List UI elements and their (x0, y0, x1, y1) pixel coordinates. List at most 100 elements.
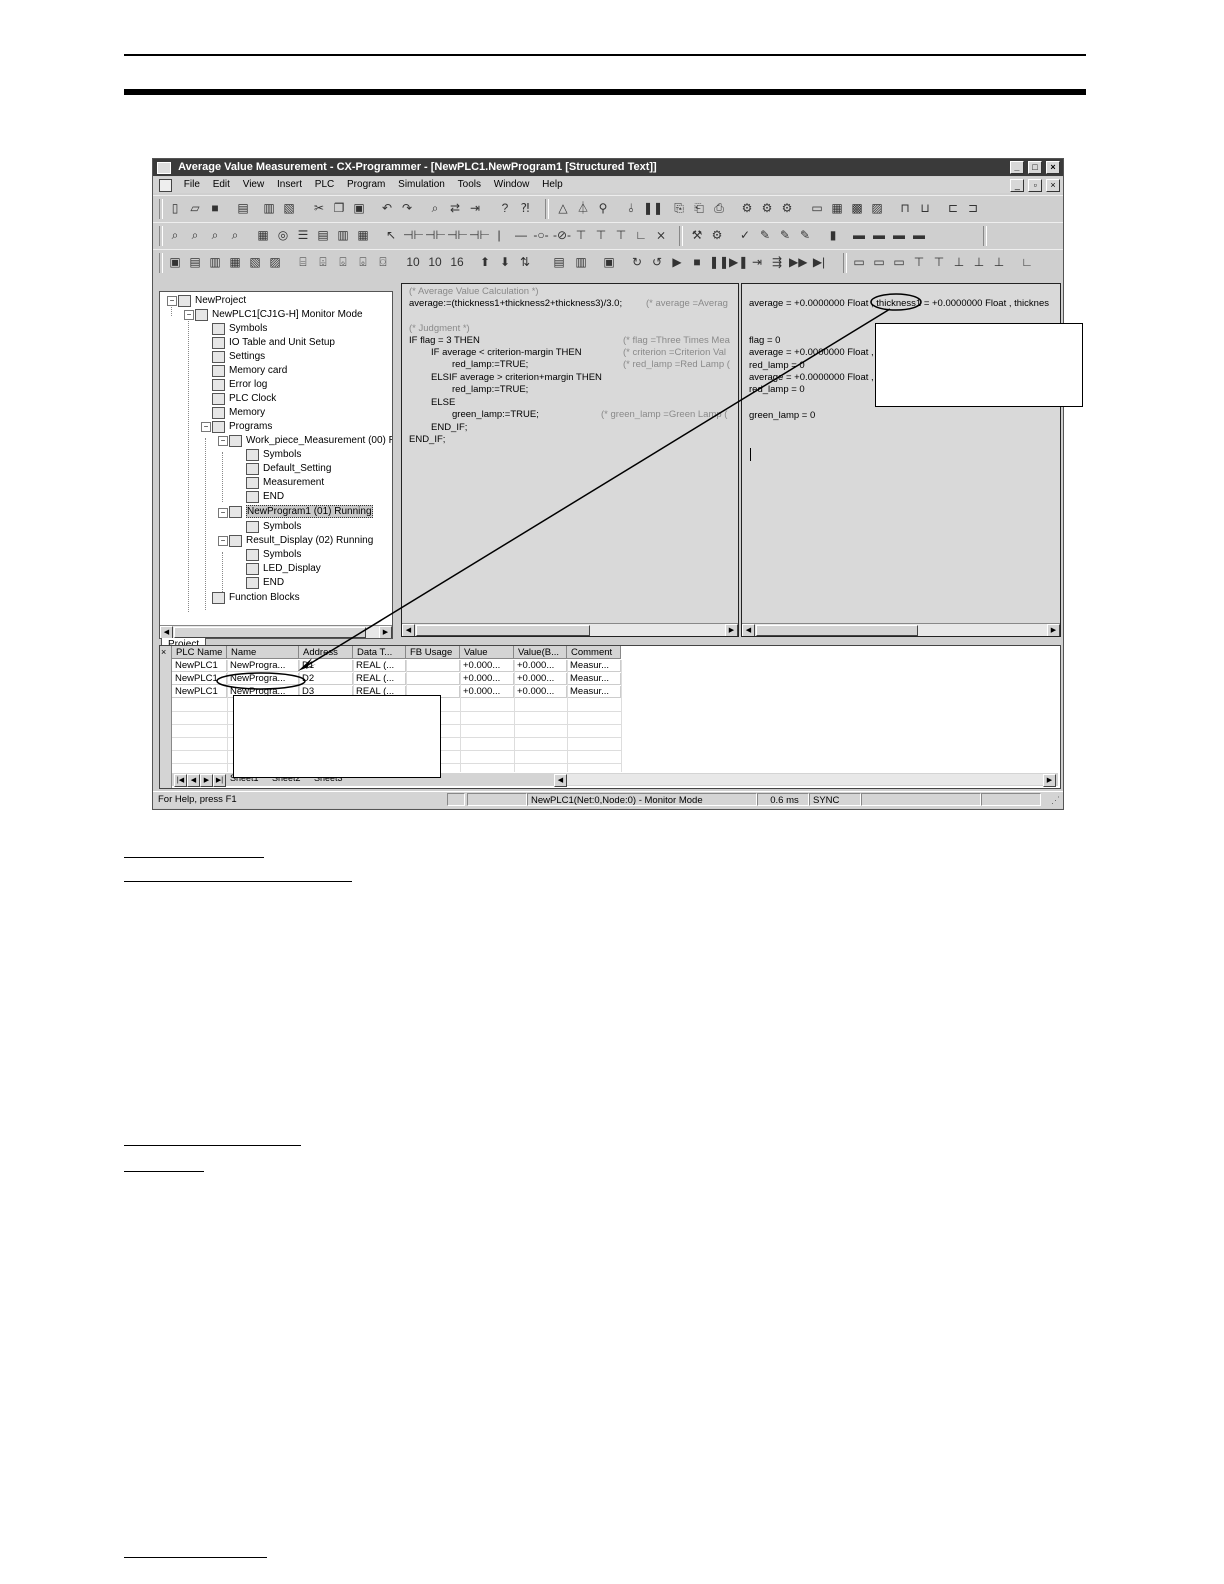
tree-item-settings[interactable]: Settings (212, 350, 265, 363)
window-cascade-icon[interactable]: ▩ (849, 200, 865, 216)
horizontal-line-icon[interactable]: — (513, 227, 529, 243)
menu-file[interactable]: File (179, 177, 205, 193)
scrollbar-thumb[interactable] (416, 625, 590, 636)
step-icon[interactable]: ⇥ (749, 254, 765, 270)
tree-item-section-default-setting[interactable]: Default_Setting (246, 462, 331, 475)
contact-nc-icon[interactable]: ⊣⊢ (425, 227, 446, 243)
column-header-address[interactable]: Address (299, 646, 353, 659)
pause-sim-icon[interactable]: ❚❚ (709, 254, 729, 270)
tree-item-project[interactable]: NewProject (178, 294, 246, 307)
collapse-toggle[interactable]: − (201, 422, 211, 432)
menu-tools[interactable]: Tools (453, 177, 486, 193)
tree-item-symbols[interactable]: Symbols (246, 448, 301, 461)
show-address-icon[interactable]: ▬ (891, 227, 907, 243)
st-editor-pane[interactable]: (* Average Value Calculation *) average:… (401, 283, 739, 637)
mnemonic-view-icon[interactable]: ⌹ (315, 254, 331, 270)
online-icon[interactable]: △ (555, 200, 571, 216)
program-check-icon[interactable]: ✓ (737, 227, 753, 243)
context-help-icon[interactable]: ⁈ (517, 200, 533, 216)
menu-edit[interactable]: Edit (208, 177, 235, 193)
coil-no-icon[interactable]: -○- (533, 227, 549, 243)
output-window-icon[interactable]: ▤ (187, 254, 203, 270)
more-tools-icon[interactable]: ∟ (1019, 254, 1035, 270)
menu-window[interactable]: Window (489, 177, 535, 193)
connect-line-icon[interactable]: ∟ (633, 227, 649, 243)
watch-window-icon[interactable]: ⊓ (897, 200, 913, 216)
local-table-icon[interactable]: ⌻ (355, 254, 371, 270)
trace-icon[interactable]: ▤ (551, 254, 567, 270)
step-in-icon[interactable]: ↻ (629, 254, 645, 270)
monitor-horizontal-scrollbar[interactable]: ◀ ▶ (742, 623, 1060, 636)
fast-forward-icon[interactable]: ▶▶ (789, 254, 807, 270)
rung-icon[interactable]: ▤ (315, 227, 331, 243)
watch-horizontal-scrollbar[interactable]: ◀ ▶ (554, 774, 1056, 787)
column-header-comment[interactable]: Comment (567, 646, 621, 659)
select-mode-icon[interactable]: ↖ (383, 227, 399, 243)
last-sheet-icon[interactable]: ▶| (213, 774, 226, 787)
table-icon[interactable]: ▦ (355, 227, 371, 243)
list-icon[interactable]: ☰ (295, 227, 311, 243)
menu-view[interactable]: View (238, 177, 270, 193)
window-layout-icon[interactable]: ▭ (809, 200, 825, 216)
run-to-end-icon[interactable]: ▶| (811, 254, 827, 270)
print-preview-icon[interactable]: ▤ (235, 200, 251, 216)
ladder-view-icon[interactable]: ⌸ (295, 254, 311, 270)
st-view-icon[interactable]: ⌺ (335, 254, 351, 270)
hex-display-icon[interactable]: 16 (449, 254, 465, 270)
menu-program[interactable]: Program (342, 177, 390, 193)
break-all-icon[interactable]: ▭ (871, 254, 887, 270)
force-off-icon[interactable]: ⚙ (759, 200, 775, 216)
cross-reference-icon[interactable]: ▦ (227, 254, 243, 270)
copy-icon[interactable]: ❐ (331, 200, 347, 216)
tree-item-section-led-display[interactable]: LED_Display (246, 562, 321, 575)
change-value-icon[interactable]: ⇅ (517, 254, 533, 270)
collapse-toggle[interactable]: − (218, 508, 228, 518)
address-reference-icon[interactable]: ⊔ (917, 200, 933, 216)
symbols-table-icon[interactable]: ▨ (267, 254, 283, 270)
binary-display-icon[interactable]: 10 (405, 254, 421, 270)
data-trace-icon[interactable]: ⊐ (965, 200, 981, 216)
print-icon[interactable]: ▥ (261, 200, 277, 216)
undo-icon[interactable]: ↶ (379, 200, 395, 216)
decimal-display-icon[interactable]: 10 (427, 254, 443, 270)
tree-item-symbols[interactable]: Symbols (246, 548, 301, 561)
differential-monitor-icon[interactable]: ⊏ (945, 200, 961, 216)
save-icon[interactable]: ■ (207, 200, 223, 216)
minimize-button[interactable]: _ (1009, 161, 1024, 174)
contact-or-nc-icon[interactable]: ⊣⊢ (469, 227, 490, 243)
doc-minimize-button[interactable]: _ (1010, 179, 1025, 192)
program-mode-icon[interactable]: ⫰ (623, 200, 639, 216)
menu-insert[interactable]: Insert (272, 177, 307, 193)
monitor-icon[interactable]: ⏃ (575, 200, 591, 216)
memory-view-icon[interactable]: ⌼ (375, 254, 391, 270)
coil-nc-icon[interactable]: -⊘- (553, 227, 571, 243)
zoom-out-icon[interactable]: ⌕ (227, 227, 243, 243)
delete-line-icon[interactable]: ⨯ (653, 227, 669, 243)
compare-icon[interactable]: ⚲ (595, 200, 611, 216)
redo-icon[interactable]: ↷ (399, 200, 415, 216)
instruction-block-icon[interactable]: ⊤ (593, 227, 609, 243)
scrollbar-thumb[interactable] (756, 625, 918, 636)
watch-window-gripper[interactable] (160, 646, 172, 788)
online-edit-icon[interactable]: ✎ (757, 227, 773, 243)
compare-plc-icon[interactable]: ⎙ (711, 200, 727, 216)
replace-icon[interactable]: ⇄ (447, 200, 463, 216)
io-break-icon[interactable]: ▭ (891, 254, 907, 270)
open-folder-icon[interactable]: ▱ (187, 200, 203, 216)
grid-icon[interactable]: ▦ (255, 227, 271, 243)
tree-item-section-measurement[interactable]: Measurement (246, 476, 324, 489)
editor-horizontal-scrollbar[interactable]: ◀ ▶ (402, 623, 738, 636)
properties-icon[interactable]: ▧ (247, 254, 263, 270)
scroll-right-icon[interactable]: ▶ (1047, 624, 1060, 636)
tree-item-memory-card[interactable]: Memory card (212, 364, 287, 377)
project-workspace-icon[interactable]: ▣ (167, 254, 183, 270)
doc-restore-button[interactable]: ▫ (1028, 179, 1043, 192)
run-icon[interactable]: ▶ (669, 254, 685, 270)
preview-icon[interactable]: ▧ (281, 200, 297, 216)
tree-item-plc[interactable]: NewPLC1[CJ1G-H] Monitor Mode (195, 308, 363, 321)
table-break-icon[interactable]: ⊤ (931, 254, 947, 270)
menu-plc[interactable]: PLC (310, 177, 339, 193)
online-edit-transfer-icon[interactable]: ✎ (797, 227, 813, 243)
next-sheet-icon[interactable]: ▶ (200, 774, 213, 787)
scroll-left-icon[interactable]: ◀ (554, 774, 567, 787)
